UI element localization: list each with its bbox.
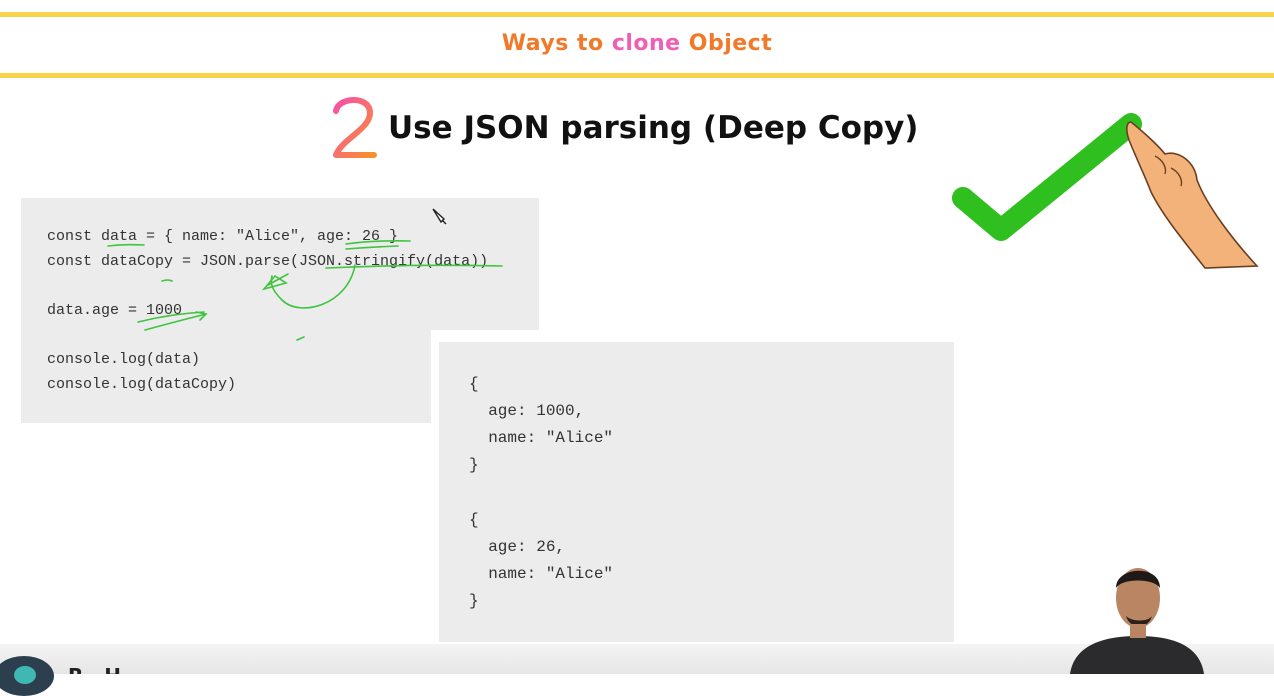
title-pre: Ways to bbox=[501, 31, 612, 56]
code-line-5: console.log(dataCopy) bbox=[47, 376, 237, 393]
output-line-4: } bbox=[469, 456, 479, 474]
checkmark-icon bbox=[952, 113, 1259, 269]
code-line-1: const data = { name: "Alice", age: 26 } bbox=[47, 228, 399, 245]
channel-name: R H bbox=[68, 664, 121, 674]
code-line-3: data.age = 1000 bbox=[47, 302, 183, 319]
slide-heading-text: Use JSON parsing (Deep Copy) bbox=[388, 110, 919, 146]
output-line-6: age: 26, bbox=[469, 538, 566, 556]
output-line-2: age: 1000, bbox=[469, 402, 585, 420]
number-two-icon bbox=[333, 97, 377, 158]
title-post: Object bbox=[680, 31, 773, 56]
header-top-bar bbox=[0, 12, 1274, 17]
output-panel: { age: 1000, name: "Alice" } { age: 26, … bbox=[431, 330, 961, 650]
output-line-3: name: "Alice" bbox=[469, 429, 614, 447]
code-line-2: const dataCopy = JSON.parse(JSON.stringi… bbox=[47, 253, 489, 270]
page-title: Ways to clone Object bbox=[0, 31, 1274, 56]
header-bottom-bar bbox=[0, 73, 1274, 78]
slide-heading: Use JSON parsing (Deep Copy) bbox=[330, 97, 919, 158]
output-line-7: name: "Alice" bbox=[469, 565, 614, 583]
title-accent: clone bbox=[611, 31, 681, 56]
channel-logo bbox=[0, 656, 54, 696]
code-line-4: console.log(data) bbox=[47, 351, 201, 368]
pen-cursor-icon bbox=[432, 208, 447, 225]
output-line-8: } bbox=[469, 592, 479, 610]
output-line-1: { bbox=[469, 375, 479, 393]
output-line-5: { bbox=[469, 511, 479, 529]
presenter-webcam bbox=[1070, 568, 1204, 674]
pointing-hand-icon bbox=[1126, 121, 1259, 269]
console-output: { age: 1000, name: "Alice" } { age: 26, … bbox=[439, 342, 954, 642]
